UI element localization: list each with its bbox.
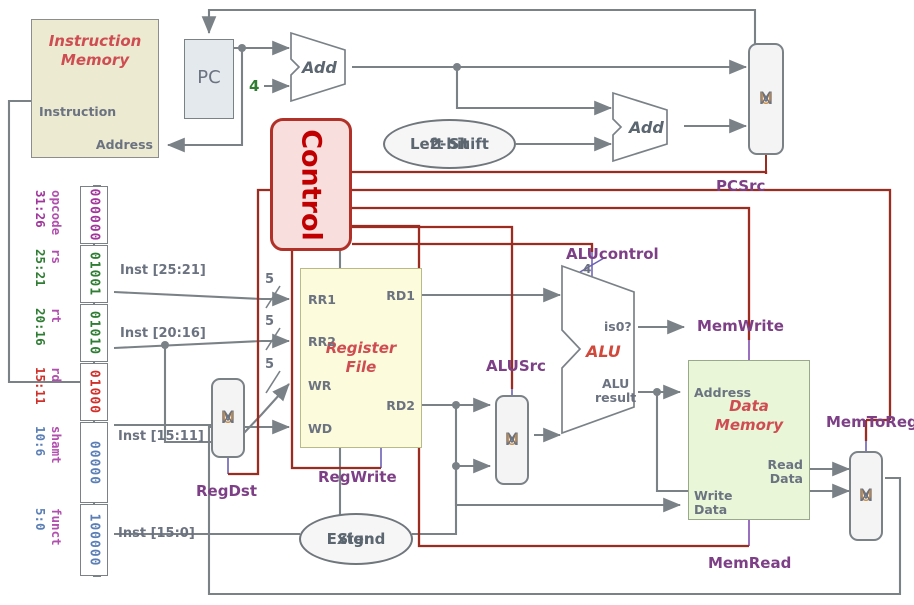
- instruction-field-range-rt: 20:16: [33, 308, 48, 346]
- instruction-field-range-opcode: 31:26: [33, 190, 48, 228]
- mux-regdst[interactable]: M U X: [211, 378, 245, 458]
- instruction-field-name-shamt: shamt: [49, 426, 64, 464]
- add-pc-label: Add: [302, 58, 337, 77]
- imem-port-instruction: Instruction: [39, 104, 117, 119]
- instruction-field-name-funct: funct: [49, 508, 64, 546]
- inst-tap-15-11: Inst [15:11]: [118, 429, 204, 444]
- instruction-field-bits-funct: 100000: [80, 504, 108, 576]
- regfile-port-rr2: RR2: [308, 334, 336, 349]
- constant-4-label: 4: [249, 77, 260, 95]
- inst-tap-25-21: Inst [25:21]: [120, 263, 206, 278]
- datapath-diagram: Instruction Memory Instruction Address P…: [0, 0, 914, 605]
- bus-width-rr2: 5: [265, 314, 275, 329]
- instruction-field-range-rs: 25:21: [33, 249, 48, 287]
- signal-label-memtoreg: MemToReg: [826, 413, 914, 431]
- alu-port-result: ALU result: [595, 376, 637, 405]
- field-bits-value: 000000: [86, 188, 102, 242]
- signal-label-regdst: RegDst: [196, 482, 258, 500]
- data-memory-title: Data Memory: [714, 397, 784, 434]
- field-bits-value: 100000: [86, 513, 102, 567]
- regfile-port-wr: WR: [308, 378, 332, 393]
- sign-extend-block: Sign Extend: [299, 513, 413, 565]
- alu-label: ALU: [586, 342, 621, 361]
- inst-tap-15-0: Inst [15:0]: [118, 526, 195, 541]
- instruction-memory-block: Instruction Memory Instruction Address: [31, 19, 159, 158]
- regfile-port-wd: WD: [308, 421, 333, 436]
- instruction-field-bits-shamt: 00000: [80, 422, 108, 503]
- dmem-port-read-data: Read Data: [767, 457, 804, 486]
- data-memory-block: Data Memory Address Write Data Read Data: [688, 360, 810, 520]
- field-bits-value: 01010: [86, 310, 102, 356]
- field-bits-value: 00000: [86, 440, 102, 485]
- alucontrol-width-label: 4: [583, 262, 592, 276]
- left-shift-line2: 2-bit: [429, 134, 470, 153]
- instruction-field-name-rd: rd: [49, 367, 64, 383]
- signal-label-memread: MemRead: [708, 554, 792, 572]
- dmem-port-write-data: Write Data: [694, 488, 733, 517]
- signal-label-pcsrc: PCSrc: [716, 177, 766, 195]
- signal-label-regwrite: RegWrite: [318, 468, 397, 486]
- alu-port-zero: is0?: [604, 319, 632, 334]
- instruction-field-bits-rd: 01000: [80, 363, 108, 421]
- mux-pcsrc[interactable]: M U X: [748, 43, 784, 155]
- dmem-port-address: Address: [694, 385, 752, 400]
- instruction-field-range-rd: 15:11: [33, 367, 48, 405]
- signal-label-alucontrol: ALUcontrol: [566, 245, 659, 263]
- instruction-field-bits-rs: 01001: [80, 245, 108, 303]
- control-label: Control: [295, 128, 327, 241]
- sign-extend-line2: Extend: [326, 529, 386, 548]
- instruction-field-range-shamt: 10:6: [33, 426, 48, 457]
- imem-port-address: Address: [95, 137, 153, 152]
- register-file-block: Register File RR1 RR2 WR WD RD1 RD2: [300, 268, 422, 448]
- bus-width-rr1: 5: [265, 272, 275, 287]
- field-bits-value: 01000: [86, 369, 102, 415]
- instruction-field-name-rs: rs: [49, 249, 64, 265]
- instruction-memory-title: Instruction Memory: [48, 32, 142, 69]
- control-unit-block: Control: [270, 118, 352, 251]
- regfile-port-rr1: RR1: [308, 292, 336, 307]
- mux-alusrc[interactable]: M U X: [495, 395, 529, 485]
- regfile-port-rd1: RD1: [386, 288, 415, 303]
- instruction-field-name-rt: rt: [49, 308, 64, 324]
- regfile-port-rd2: RD2: [386, 398, 415, 413]
- inst-tap-20-16: Inst [20:16]: [120, 326, 206, 341]
- pc-register-block: PC: [184, 39, 234, 119]
- add-branch-label: Add: [629, 118, 664, 137]
- bus-width-wr: 5: [265, 357, 275, 372]
- instruction-field-range-funct: 5:0: [33, 508, 48, 531]
- instruction-field-bits-opcode: 000000: [80, 186, 108, 244]
- signal-label-memwrite: MemWrite: [697, 317, 784, 335]
- instruction-field-bits-rt: 01010: [80, 304, 108, 362]
- instruction-field-name-opcode: opcode: [49, 190, 64, 236]
- mux-memtoreg[interactable]: M U X: [849, 451, 883, 541]
- signal-label-alusrc: ALUSrc: [486, 357, 546, 375]
- field-bits-value: 01001: [86, 251, 102, 297]
- pc-label: PC: [197, 67, 221, 88]
- left-shift-block: Left Shift 2-bit: [383, 119, 516, 169]
